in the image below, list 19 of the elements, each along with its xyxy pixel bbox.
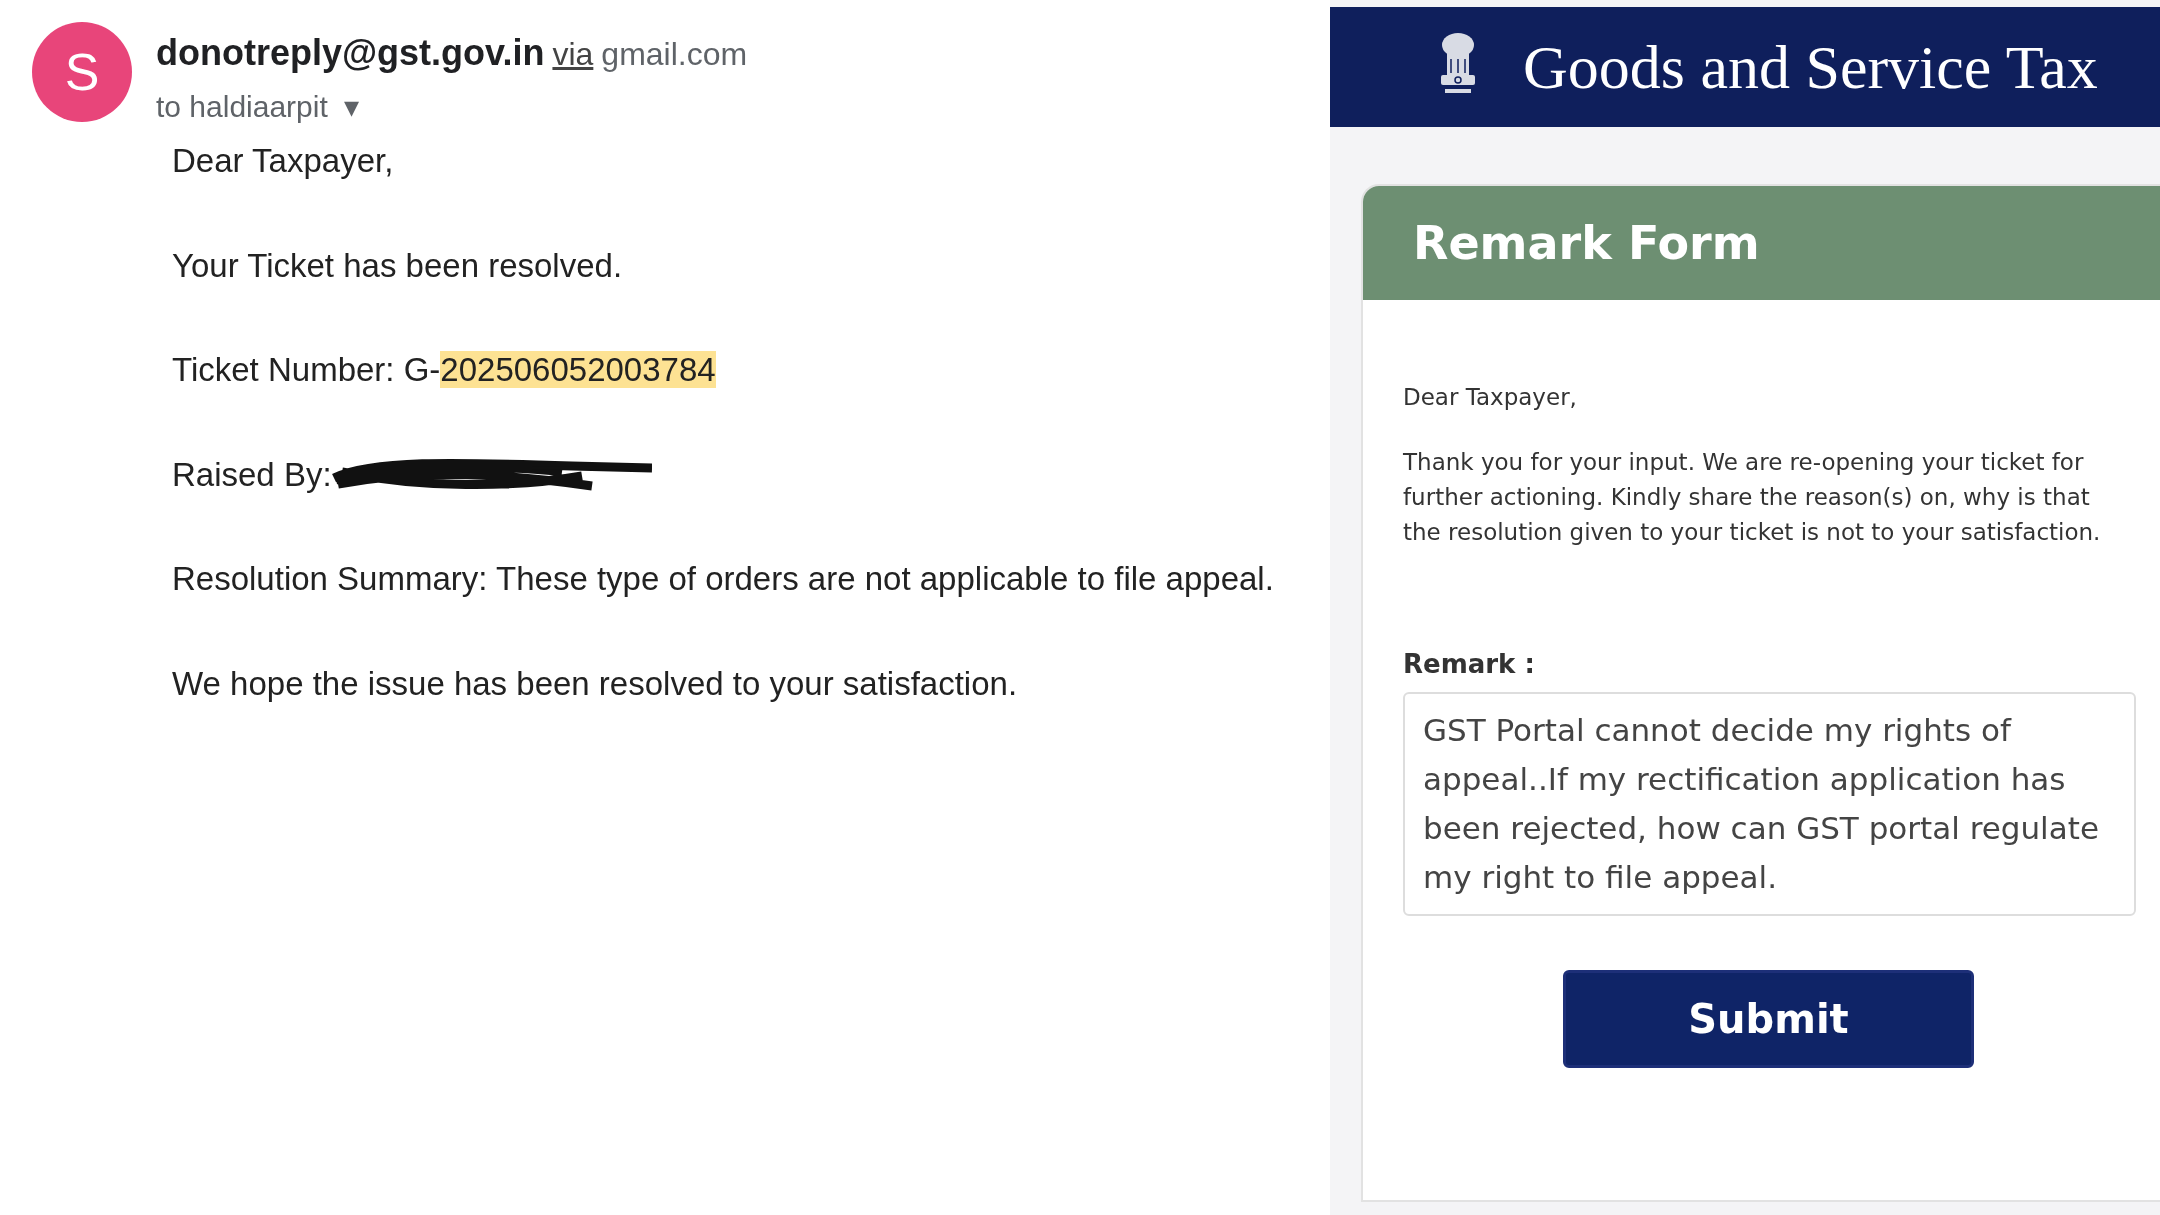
remark-field[interactable]: GST Portal cannot decide my rights of appeal..If my rectification application has been rejected, how can GST portal regulate my right to file appeal. <box>1403 691 2136 916</box>
email-line: Dear Taxpayer, <box>172 141 395 181</box>
email-line: Resolution Summary: These type of orders are not applicable to file appeal. <box>172 559 1275 599</box>
via-link[interactable]: via <box>552 36 594 72</box>
portal-title: Goods and Service Tax <box>1523 31 2098 103</box>
form-title: Remark Form <box>1363 186 2160 300</box>
remark-label: Remark : <box>1403 647 1536 681</box>
submit-button[interactable]: Submit <box>1563 969 1974 1068</box>
email-line: We hope the issue has been resolved to your satisfaction. <box>172 663 1019 704</box>
sender-domain: gmail.com <box>601 35 748 74</box>
ticket-number-line: Ticket Number: G-202506052003784 <box>172 350 717 390</box>
message-text: Thank you for your input. We are re-opening your ticket for further actioning. Kindly share the reason(s) on, why is that the resolution given to your ticket is not to your satisfaction. <box>1403 447 2102 547</box>
recipient-text: to haldiaarpit <box>156 89 328 125</box>
email-line: Your Ticket has been resolved. <box>172 245 624 286</box>
sender-address: donotreply@gst.gov.in <box>156 31 545 75</box>
sender-avatar: S <box>32 22 132 122</box>
raised-by-label: Raised By: <box>172 454 332 495</box>
greeting-text: Dear Taxpayer, <box>1403 383 1578 412</box>
dropdown-caret[interactable]: ▾ <box>343 84 359 129</box>
